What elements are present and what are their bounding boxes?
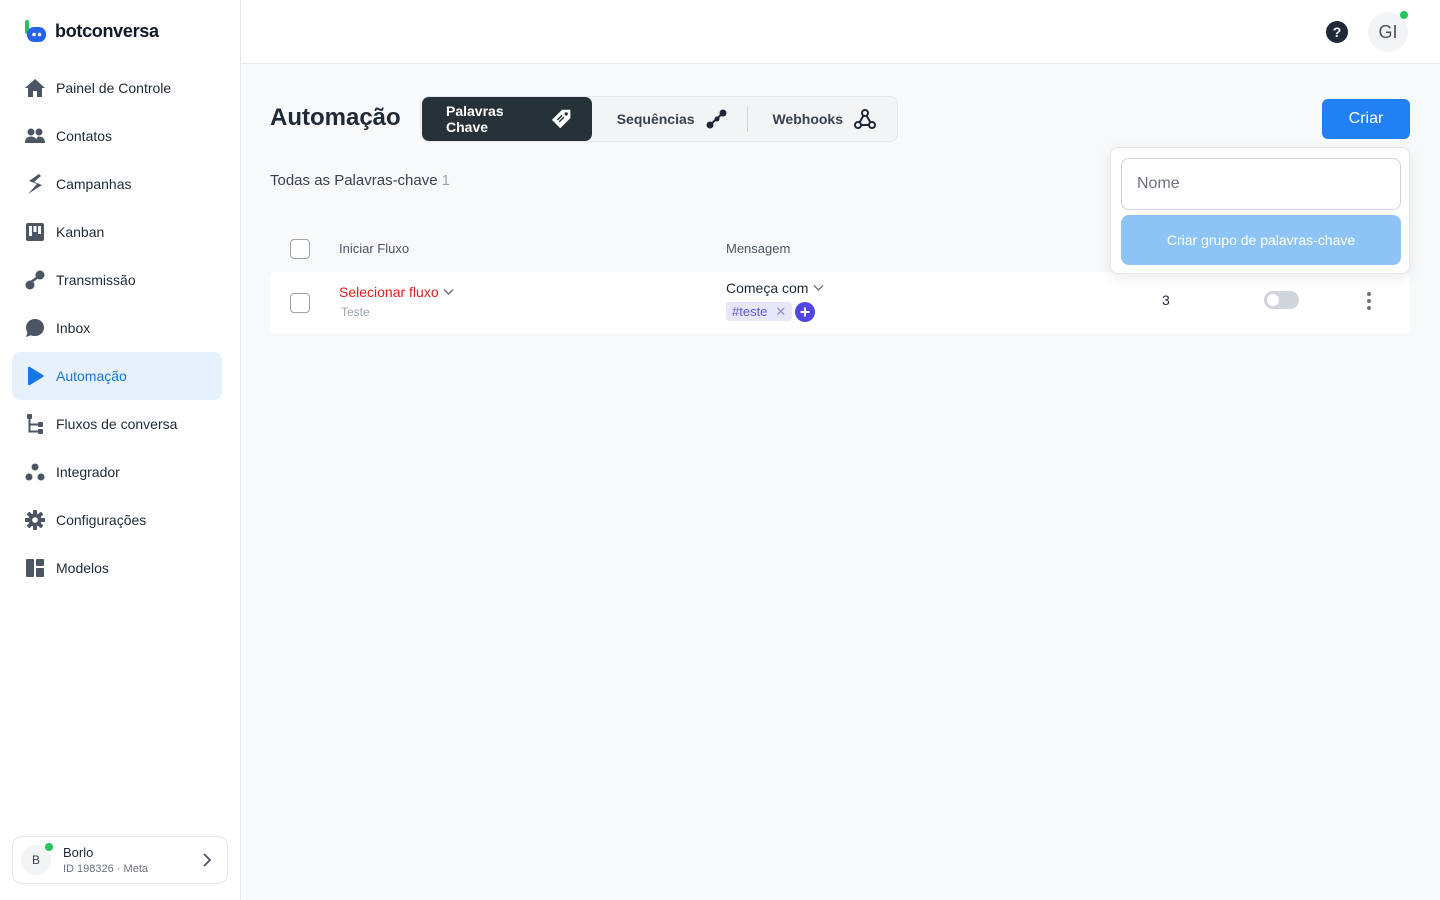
- sidebar-item-fluxos[interactable]: Fluxos de conversa: [12, 400, 222, 448]
- tab-sequencias[interactable]: Sequências: [592, 97, 747, 141]
- sequence-icon: [706, 109, 727, 129]
- sidebar-item-inbox[interactable]: Inbox: [12, 304, 222, 352]
- sidebar-item-label: Automação: [56, 368, 127, 384]
- home-icon: [24, 77, 46, 99]
- sidebar-item-label: Fluxos de conversa: [56, 416, 178, 432]
- sidebar-item-label: Modelos: [56, 560, 109, 576]
- name-input[interactable]: [1121, 158, 1401, 210]
- row-checkbox[interactable]: [290, 293, 310, 313]
- page-title: Automação: [270, 104, 401, 131]
- broadcast-icon: [24, 269, 46, 291]
- sidebar-item-label: Transmissão: [56, 272, 136, 288]
- list-title: Todas as Palavras-chave 1: [270, 172, 450, 189]
- enable-toggle[interactable]: [1264, 291, 1299, 309]
- sidebar-item-label: Kanban: [56, 224, 105, 240]
- account-avatar: B: [21, 843, 53, 875]
- sidebar-item-configuracoes[interactable]: Configurações: [12, 496, 222, 544]
- sidebar-item-transmissao[interactable]: Transmissão: [12, 256, 222, 304]
- remove-tag-icon[interactable]: ✕: [775, 304, 786, 320]
- sidebar-nav: Painel de Controle Contatos Campanhas Ka…: [12, 64, 222, 592]
- flow-select[interactable]: Selecionar fluxo: [339, 284, 454, 300]
- sidebar-item-label: Contatos: [56, 128, 113, 144]
- add-keyword-button[interactable]: [795, 302, 815, 322]
- sidebar-item-automacao[interactable]: Automação: [12, 352, 222, 400]
- list-count: 1: [441, 172, 450, 189]
- sidebar-item-modelos[interactable]: Modelos: [12, 544, 222, 592]
- sidebar-item-integrador[interactable]: Integrador: [12, 448, 222, 496]
- create-button[interactable]: Criar: [1322, 99, 1410, 139]
- plus-icon: [800, 307, 810, 317]
- flow-tree-icon: [24, 413, 46, 435]
- kanban-icon: [24, 221, 46, 243]
- tag-icon: [552, 109, 571, 129]
- execution-count: 3: [1162, 292, 1170, 308]
- toggle-knob: [1267, 294, 1279, 306]
- sidebar-item-label: Integrador: [56, 464, 120, 480]
- sidebar-item-kanban[interactable]: Kanban: [12, 208, 222, 256]
- account-meta: ID 198326 · Meta: [63, 863, 148, 875]
- user-avatar[interactable]: GI: [1368, 11, 1408, 52]
- sidebar-item-label: Configurações: [56, 512, 147, 528]
- templates-icon: [24, 557, 46, 579]
- integrator-icon: [24, 461, 46, 483]
- account-switcher[interactable]: B Borlo ID 198326 · Meta: [12, 836, 228, 884]
- more-options-icon[interactable]: [1360, 290, 1378, 312]
- automation-play-icon: [24, 365, 46, 387]
- select-all-checkbox[interactable]: [290, 239, 310, 259]
- chat-bubble-icon: [24, 317, 46, 339]
- match-type-select[interactable]: Começa com: [726, 280, 824, 296]
- sidebar-item-label: Inbox: [56, 320, 91, 336]
- sidebar-item-campanhas[interactable]: Campanhas: [12, 160, 222, 208]
- brand-name: botconversa: [55, 21, 159, 41]
- sidebar: botconversa Painel de Controle Contatos …: [0, 0, 241, 900]
- campaign-icon: [24, 173, 46, 195]
- users-icon: [24, 125, 46, 147]
- table-row: Selecionar fluxo Teste Começa com #teste…: [270, 272, 1410, 333]
- top-bar: ? GI: [241, 0, 1440, 64]
- chevron-down-icon: [813, 285, 824, 291]
- sidebar-item-label: Campanhas: [56, 176, 132, 192]
- sidebar-item-painel[interactable]: Painel de Controle: [12, 64, 222, 112]
- column-header-flow: Iniciar Fluxo: [339, 241, 410, 256]
- brand-logo[interactable]: botconversa: [24, 20, 159, 43]
- tab-webhooks[interactable]: Webhooks: [747, 97, 897, 141]
- webhook-icon: [854, 109, 876, 129]
- bot-logo-icon: [25, 20, 46, 42]
- automation-tabs: Palavras Chave Sequências Webhooks: [420, 96, 898, 142]
- sidebar-item-contatos[interactable]: Contatos: [12, 112, 222, 160]
- gear-icon: [24, 509, 46, 531]
- column-header-message: Mensagem: [726, 241, 791, 256]
- sidebar-item-label: Painel de Controle: [56, 80, 172, 96]
- keyword-tag: #teste ✕: [726, 302, 793, 321]
- chevron-down-icon: [443, 289, 454, 295]
- online-status-dot: [45, 843, 53, 851]
- flow-subtitle: Teste: [341, 305, 370, 319]
- create-keyword-group-popover: Criar grupo de palavras-chave: [1110, 147, 1410, 274]
- create-keyword-group-button[interactable]: Criar grupo de palavras-chave: [1121, 215, 1401, 265]
- help-icon[interactable]: ?: [1326, 21, 1348, 43]
- tab-palavras-chave[interactable]: Palavras Chave: [422, 97, 592, 141]
- online-status-dot: [1400, 11, 1408, 19]
- account-name: Borlo: [63, 845, 94, 860]
- chevron-right-icon: [203, 853, 212, 867]
